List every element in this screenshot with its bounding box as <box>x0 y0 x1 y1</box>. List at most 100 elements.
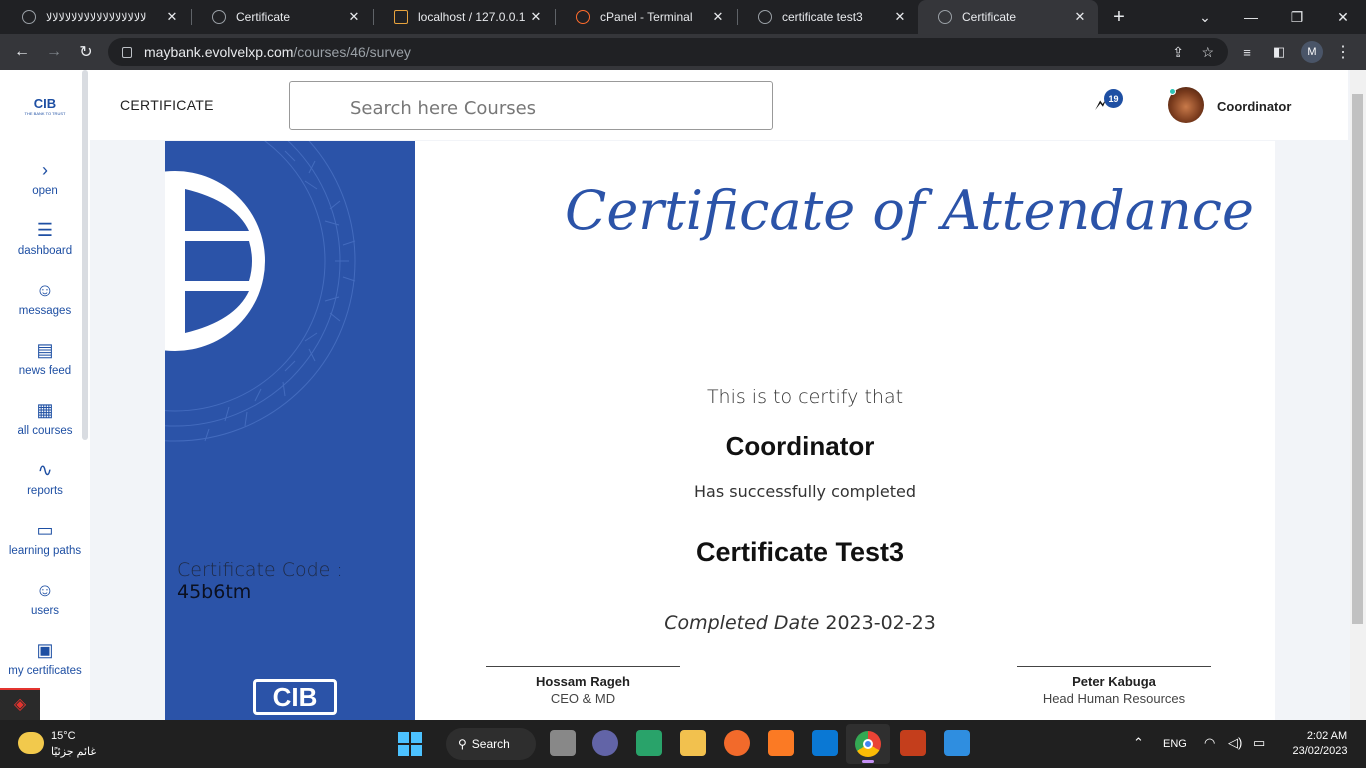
sidebar-logo[interactable]: CIB THE BANK TO TRUST <box>22 96 68 118</box>
chrome-icon[interactable] <box>846 724 890 764</box>
pulse-icon: ∿ <box>37 460 53 480</box>
sidebar-item-news-feed[interactable]: ▤ news feed <box>0 340 90 377</box>
notepad-icon[interactable] <box>944 730 970 756</box>
cpanel-icon <box>576 10 590 24</box>
close-tab-icon[interactable]: ✕ <box>346 9 362 25</box>
sidebar-item-open[interactable]: › open <box>0 160 90 197</box>
browser-tab-bar: ﻻﻻﻻﻻﻻﻻﻻﻻﻻﻻﻻﻻﻻﻻﻻﻻ ✕ Certificate ✕ localho… <box>0 0 1366 34</box>
laravel-debug-icon[interactable]: ◈ <box>0 688 40 720</box>
profile-avatar[interactable]: M <box>1301 41 1323 63</box>
sidebar-item-all-courses[interactable]: ▦ all courses <box>0 400 90 437</box>
wifi-icon[interactable]: ◠ <box>1204 735 1215 751</box>
weather-temp[interactable]: 15°C <box>51 730 76 742</box>
sidebar-scrollbar[interactable] <box>82 70 88 440</box>
tray-chevron-icon[interactable]: ⌃ <box>1133 735 1144 751</box>
tab-2[interactable]: localhost / 127.0.0.1 / ✕ <box>374 0 554 34</box>
sidebar-item-users[interactable]: ☺ users <box>0 580 90 617</box>
close-tab-icon[interactable]: ✕ <box>1072 9 1088 25</box>
tab-4[interactable]: certificate test3 ✕ <box>738 0 918 34</box>
completed-date: Completed Date 2023-02-23 <box>664 612 936 634</box>
tab-1[interactable]: Certificate ✕ <box>192 0 372 34</box>
sidebar-item-messages[interactable]: ☺ messages <box>0 280 90 317</box>
top-header: CERTIFICATE Search here Courses 🗲 19 Coo… <box>90 70 1348 140</box>
green-app-icon[interactable] <box>636 730 662 756</box>
scrollbar-thumb[interactable] <box>1352 94 1363 624</box>
page-scrollbar[interactable] <box>1350 70 1366 720</box>
taskbar-search[interactable]: ⚲ Search <box>446 728 536 760</box>
close-window-icon[interactable]: ✕ <box>1320 0 1366 34</box>
language-indicator[interactable]: ENG <box>1163 738 1187 750</box>
clock-time[interactable]: 2:02 AM <box>1298 730 1356 742</box>
completed-text: Has successfully completed <box>694 482 916 501</box>
close-tab-icon[interactable]: ✕ <box>528 9 544 25</box>
list-icon: ☰ <box>36 220 54 240</box>
close-tab-icon[interactable]: ✕ <box>710 9 726 25</box>
windows-taskbar: 15°C غائم جزئيًا ⚲ Search ⌃ ENG ◠ ◁) ▭ 2… <box>0 720 1366 768</box>
chat-icon: ☺ <box>35 280 55 300</box>
xampp-icon[interactable] <box>768 730 794 756</box>
user-name[interactable]: Coordinator <box>1217 99 1291 114</box>
tab-search-icon[interactable]: ⌄ <box>1182 0 1228 34</box>
search-icon: ⚲ <box>458 737 467 751</box>
tab-0[interactable]: ﻻﻻﻻﻻﻻﻻﻻﻻﻻﻻﻻﻻﻻﻻﻻﻻ ✕ <box>10 0 190 34</box>
reading-list-icon[interactable]: ≡ <box>1236 42 1258 62</box>
chevron-right-icon: › <box>42 160 48 180</box>
teams-icon[interactable] <box>592 730 618 756</box>
weather-icon[interactable] <box>18 732 44 754</box>
cib-emblem-pattern <box>165 141 356 442</box>
online-status-dot <box>1169 88 1176 95</box>
side-panel-icon[interactable]: ◧ <box>1268 42 1290 62</box>
globe-icon <box>938 10 952 24</box>
clock-date[interactable]: 23/02/2023 <box>1282 745 1358 757</box>
certificate-icon: ▣ <box>36 640 54 660</box>
tab-3[interactable]: cPanel - Terminal ✕ <box>556 0 736 34</box>
sidebar-item-reports[interactable]: ∿ reports <box>0 460 90 497</box>
forward-icon[interactable]: → <box>43 42 65 62</box>
phpmyadmin-icon <box>394 10 408 24</box>
globe-icon <box>22 10 36 24</box>
url-bar[interactable]: maybank.evolvelxp.com/courses/46/survey … <box>108 38 1228 66</box>
page-title: CERTIFICATE <box>120 97 214 113</box>
close-tab-icon[interactable]: ✕ <box>164 9 180 25</box>
signature-hr: Peter Kabuga Head Human Resources <box>1017 666 1211 706</box>
reload-icon[interactable]: ↻ <box>75 42 97 62</box>
sidebar: CIB THE BANK TO TRUST › open ☰ dashboard… <box>0 70 90 720</box>
globe-icon <box>212 10 226 24</box>
postman-icon[interactable] <box>724 730 750 756</box>
powerpoint-icon[interactable] <box>900 730 926 756</box>
search-input[interactable]: Search here Courses <box>289 81 773 130</box>
certify-intro: This is to certify that <box>706 386 904 408</box>
grid-icon: ▦ <box>36 400 54 420</box>
windows-start-icon[interactable] <box>398 732 422 756</box>
bookmark-star-icon[interactable]: ☆ <box>1201 44 1214 61</box>
restore-icon[interactable]: ❐ <box>1274 0 1320 34</box>
vscode-icon[interactable] <box>812 730 838 756</box>
file-explorer-icon[interactable] <box>680 730 706 756</box>
battery-icon[interactable]: ▭ <box>1253 735 1265 751</box>
sidebar-item-learning-paths[interactable]: ▭ learning paths <box>0 520 90 557</box>
user-icon: ☺ <box>35 580 55 600</box>
certificate-title: Certificate of Attendance <box>565 179 1254 242</box>
notification-count-badge: 19 <box>1104 89 1123 108</box>
weather-text[interactable]: غائم جزئيًا <box>51 745 96 758</box>
back-icon[interactable]: ← <box>11 42 33 62</box>
page-viewport: CIB THE BANK TO TRUST › open ☰ dashboard… <box>0 70 1366 720</box>
recipient-name: Coordinator <box>725 431 875 461</box>
signature-ceo: Hossam Rageh CEO & MD <box>486 666 680 706</box>
cib-logo: CIB <box>253 679 337 715</box>
share-icon[interactable]: ⇪ <box>1172 44 1184 61</box>
new-tab-button[interactable]: + <box>1096 0 1142 34</box>
sidebar-item-dashboard[interactable]: ☰ dashboard <box>0 220 90 257</box>
globe-icon <box>758 10 772 24</box>
menu-dots-icon[interactable]: ⋮ <box>1332 42 1354 62</box>
task-view-icon[interactable] <box>550 730 576 756</box>
monitor-icon: ▭ <box>36 520 54 540</box>
sidebar-item-my-certificates[interactable]: ▣ my certificates <box>0 640 90 677</box>
minimize-icon[interactable]: — <box>1228 0 1274 34</box>
close-tab-icon[interactable]: ✕ <box>892 9 908 25</box>
tab-5-active[interactable]: Certificate ✕ <box>918 0 1098 34</box>
certificate: Certificate Code : 45b6tm CIB Certificat… <box>165 141 1275 720</box>
volume-icon[interactable]: ◁) <box>1228 735 1242 751</box>
address-toolbar: ← → ↻ maybank.evolvelxp.com/courses/46/s… <box>0 34 1366 70</box>
lock-icon <box>122 46 132 58</box>
